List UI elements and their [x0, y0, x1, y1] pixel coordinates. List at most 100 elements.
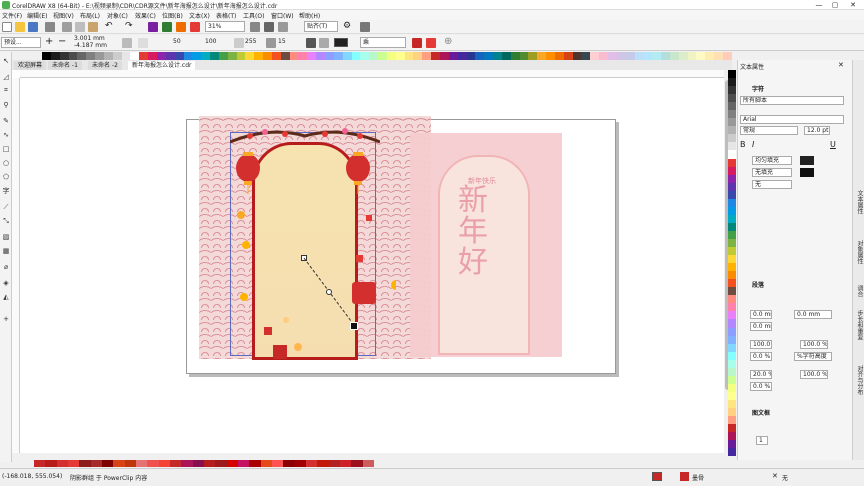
palette-swatch[interactable]: [395, 52, 405, 60]
script-select[interactable]: 所有脚本: [740, 96, 844, 105]
palette-swatch[interactable]: [728, 126, 736, 135]
palette-swatch[interactable]: [705, 52, 715, 60]
palette-swatch[interactable]: [413, 52, 423, 60]
palette-swatch[interactable]: [42, 52, 51, 60]
menu-object[interactable]: 对象(C): [107, 11, 128, 20]
palette-swatch[interactable]: [519, 52, 529, 60]
palette-swatch[interactable]: [56, 460, 68, 467]
clear-shadow-icon[interactable]: [426, 38, 436, 48]
palette-swatch[interactable]: [448, 52, 458, 60]
palette-swatch[interactable]: [728, 174, 736, 183]
palette-swatch[interactable]: [728, 311, 736, 320]
palette-swatch[interactable]: [316, 52, 325, 60]
dock-tab-text-properties[interactable]: 文本属性: [854, 190, 864, 214]
palette-swatch[interactable]: [678, 52, 688, 60]
palette-swatch[interactable]: [283, 460, 295, 467]
palette-swatch[interactable]: [307, 52, 317, 60]
palette-swatch[interactable]: [90, 460, 102, 467]
palette-swatch[interactable]: [728, 214, 736, 223]
palette-swatch[interactable]: [192, 460, 204, 467]
italic-icon[interactable]: I: [752, 140, 754, 149]
palette-swatch[interactable]: [362, 460, 374, 467]
palette-swatch[interactable]: [728, 391, 736, 400]
palette-swatch[interactable]: [643, 52, 653, 60]
snap-to-select[interactable]: 贴齐(T): [304, 21, 338, 32]
palette-swatch[interactable]: [317, 460, 329, 467]
close-button[interactable]: ✕: [846, 0, 860, 10]
dock-tab-blend[interactable]: 调合: [854, 285, 864, 297]
palette-swatch[interactable]: [528, 52, 538, 60]
palette-swatch[interactable]: [50, 52, 60, 60]
palette-swatch[interactable]: [581, 52, 591, 60]
parallel-dimension-icon[interactable]: ⟋: [1, 202, 11, 212]
color-palette-top[interactable]: [42, 52, 732, 60]
palette-swatch[interactable]: [103, 52, 113, 60]
launcher-icon[interactable]: [190, 22, 200, 32]
palette-swatch[interactable]: [728, 150, 736, 159]
palette-swatch[interactable]: [236, 52, 246, 60]
palette-swatch[interactable]: [130, 52, 140, 60]
palette-swatch[interactable]: [728, 416, 736, 425]
palette-swatch[interactable]: [501, 52, 511, 60]
palette-swatch[interactable]: [431, 52, 440, 60]
palette-swatch[interactable]: [728, 351, 736, 360]
palette-swatch[interactable]: [271, 52, 281, 60]
font-style-select[interactable]: 常规: [740, 126, 798, 135]
palette-swatch[interactable]: [34, 460, 46, 467]
palette-swatch[interactable]: [386, 52, 396, 60]
palette-swatch[interactable]: [728, 263, 736, 272]
add-tool-icon[interactable]: +: [1, 314, 11, 324]
palette-swatch[interactable]: [325, 52, 334, 60]
palette-swatch[interactable]: [174, 52, 184, 60]
lock-ratio-icon[interactable]: [122, 38, 132, 48]
palette-swatch[interactable]: [121, 52, 131, 60]
palette-swatch[interactable]: [728, 295, 736, 304]
background-color-swatch[interactable]: [800, 168, 814, 177]
open-folder-icon[interactable]: [15, 22, 25, 32]
palette-swatch[interactable]: [554, 52, 564, 60]
palette-swatch[interactable]: [728, 343, 736, 352]
palette-swatch[interactable]: [77, 52, 87, 60]
bold-icon[interactable]: B: [740, 140, 746, 149]
docker-close-icon[interactable]: ✕: [838, 61, 844, 69]
eyedropper-tool-icon[interactable]: ⌀: [1, 262, 11, 272]
palette-swatch[interactable]: [210, 52, 219, 60]
font-select[interactable]: Arial: [740, 115, 844, 124]
palette-swatch[interactable]: [351, 460, 363, 467]
palette-swatch[interactable]: [422, 52, 432, 60]
shadow-opacity-field[interactable]: 255: [245, 38, 256, 45]
palette-swatch[interactable]: [124, 460, 136, 467]
palette-swatch[interactable]: [333, 52, 343, 60]
palette-swatch[interactable]: [728, 70, 736, 79]
dock-tab-step-repeat[interactable]: 步长和重复: [854, 310, 864, 340]
palette-swatch[interactable]: [563, 52, 573, 60]
feather-edges-icon[interactable]: [306, 38, 316, 48]
palette-swatch[interactable]: [493, 52, 502, 60]
feather-value[interactable]: 100: [205, 38, 216, 45]
palette-swatch[interactable]: [728, 383, 736, 392]
palette-swatch[interactable]: [728, 134, 736, 143]
menu-file[interactable]: 文件(F): [2, 11, 22, 20]
palette-swatch[interactable]: [86, 52, 96, 60]
palette-swatch[interactable]: [728, 335, 736, 344]
palette-swatch[interactable]: [652, 52, 662, 60]
palette-swatch[interactable]: [728, 222, 736, 231]
save-icon[interactable]: [28, 22, 38, 32]
fill-color-swatch[interactable]: [800, 156, 814, 165]
palette-swatch[interactable]: [616, 52, 626, 60]
dock-tab-align-distribute[interactable]: 对齐与分布: [854, 365, 864, 395]
drop-shadow-tool-icon[interactable]: ▧: [1, 232, 11, 242]
palette-swatch[interactable]: [728, 448, 736, 457]
palette-swatch[interactable]: [342, 52, 352, 60]
interactive-fill-icon[interactable]: ◈: [1, 278, 11, 288]
palette-swatch[interactable]: [546, 52, 555, 60]
palette-swatch[interactable]: [218, 52, 228, 60]
horizontal-scrollbar[interactable]: [12, 453, 724, 459]
shadow-direction-icon[interactable]: [138, 38, 148, 48]
feather-direction-icon[interactable]: [266, 38, 276, 48]
palette-swatch[interactable]: [728, 359, 736, 368]
palette-swatch[interactable]: [237, 460, 250, 467]
menu-layout[interactable]: 布局(L): [80, 11, 100, 20]
feather-width-field[interactable]: 15: [278, 38, 286, 45]
grid-icon[interactable]: [278, 22, 288, 32]
